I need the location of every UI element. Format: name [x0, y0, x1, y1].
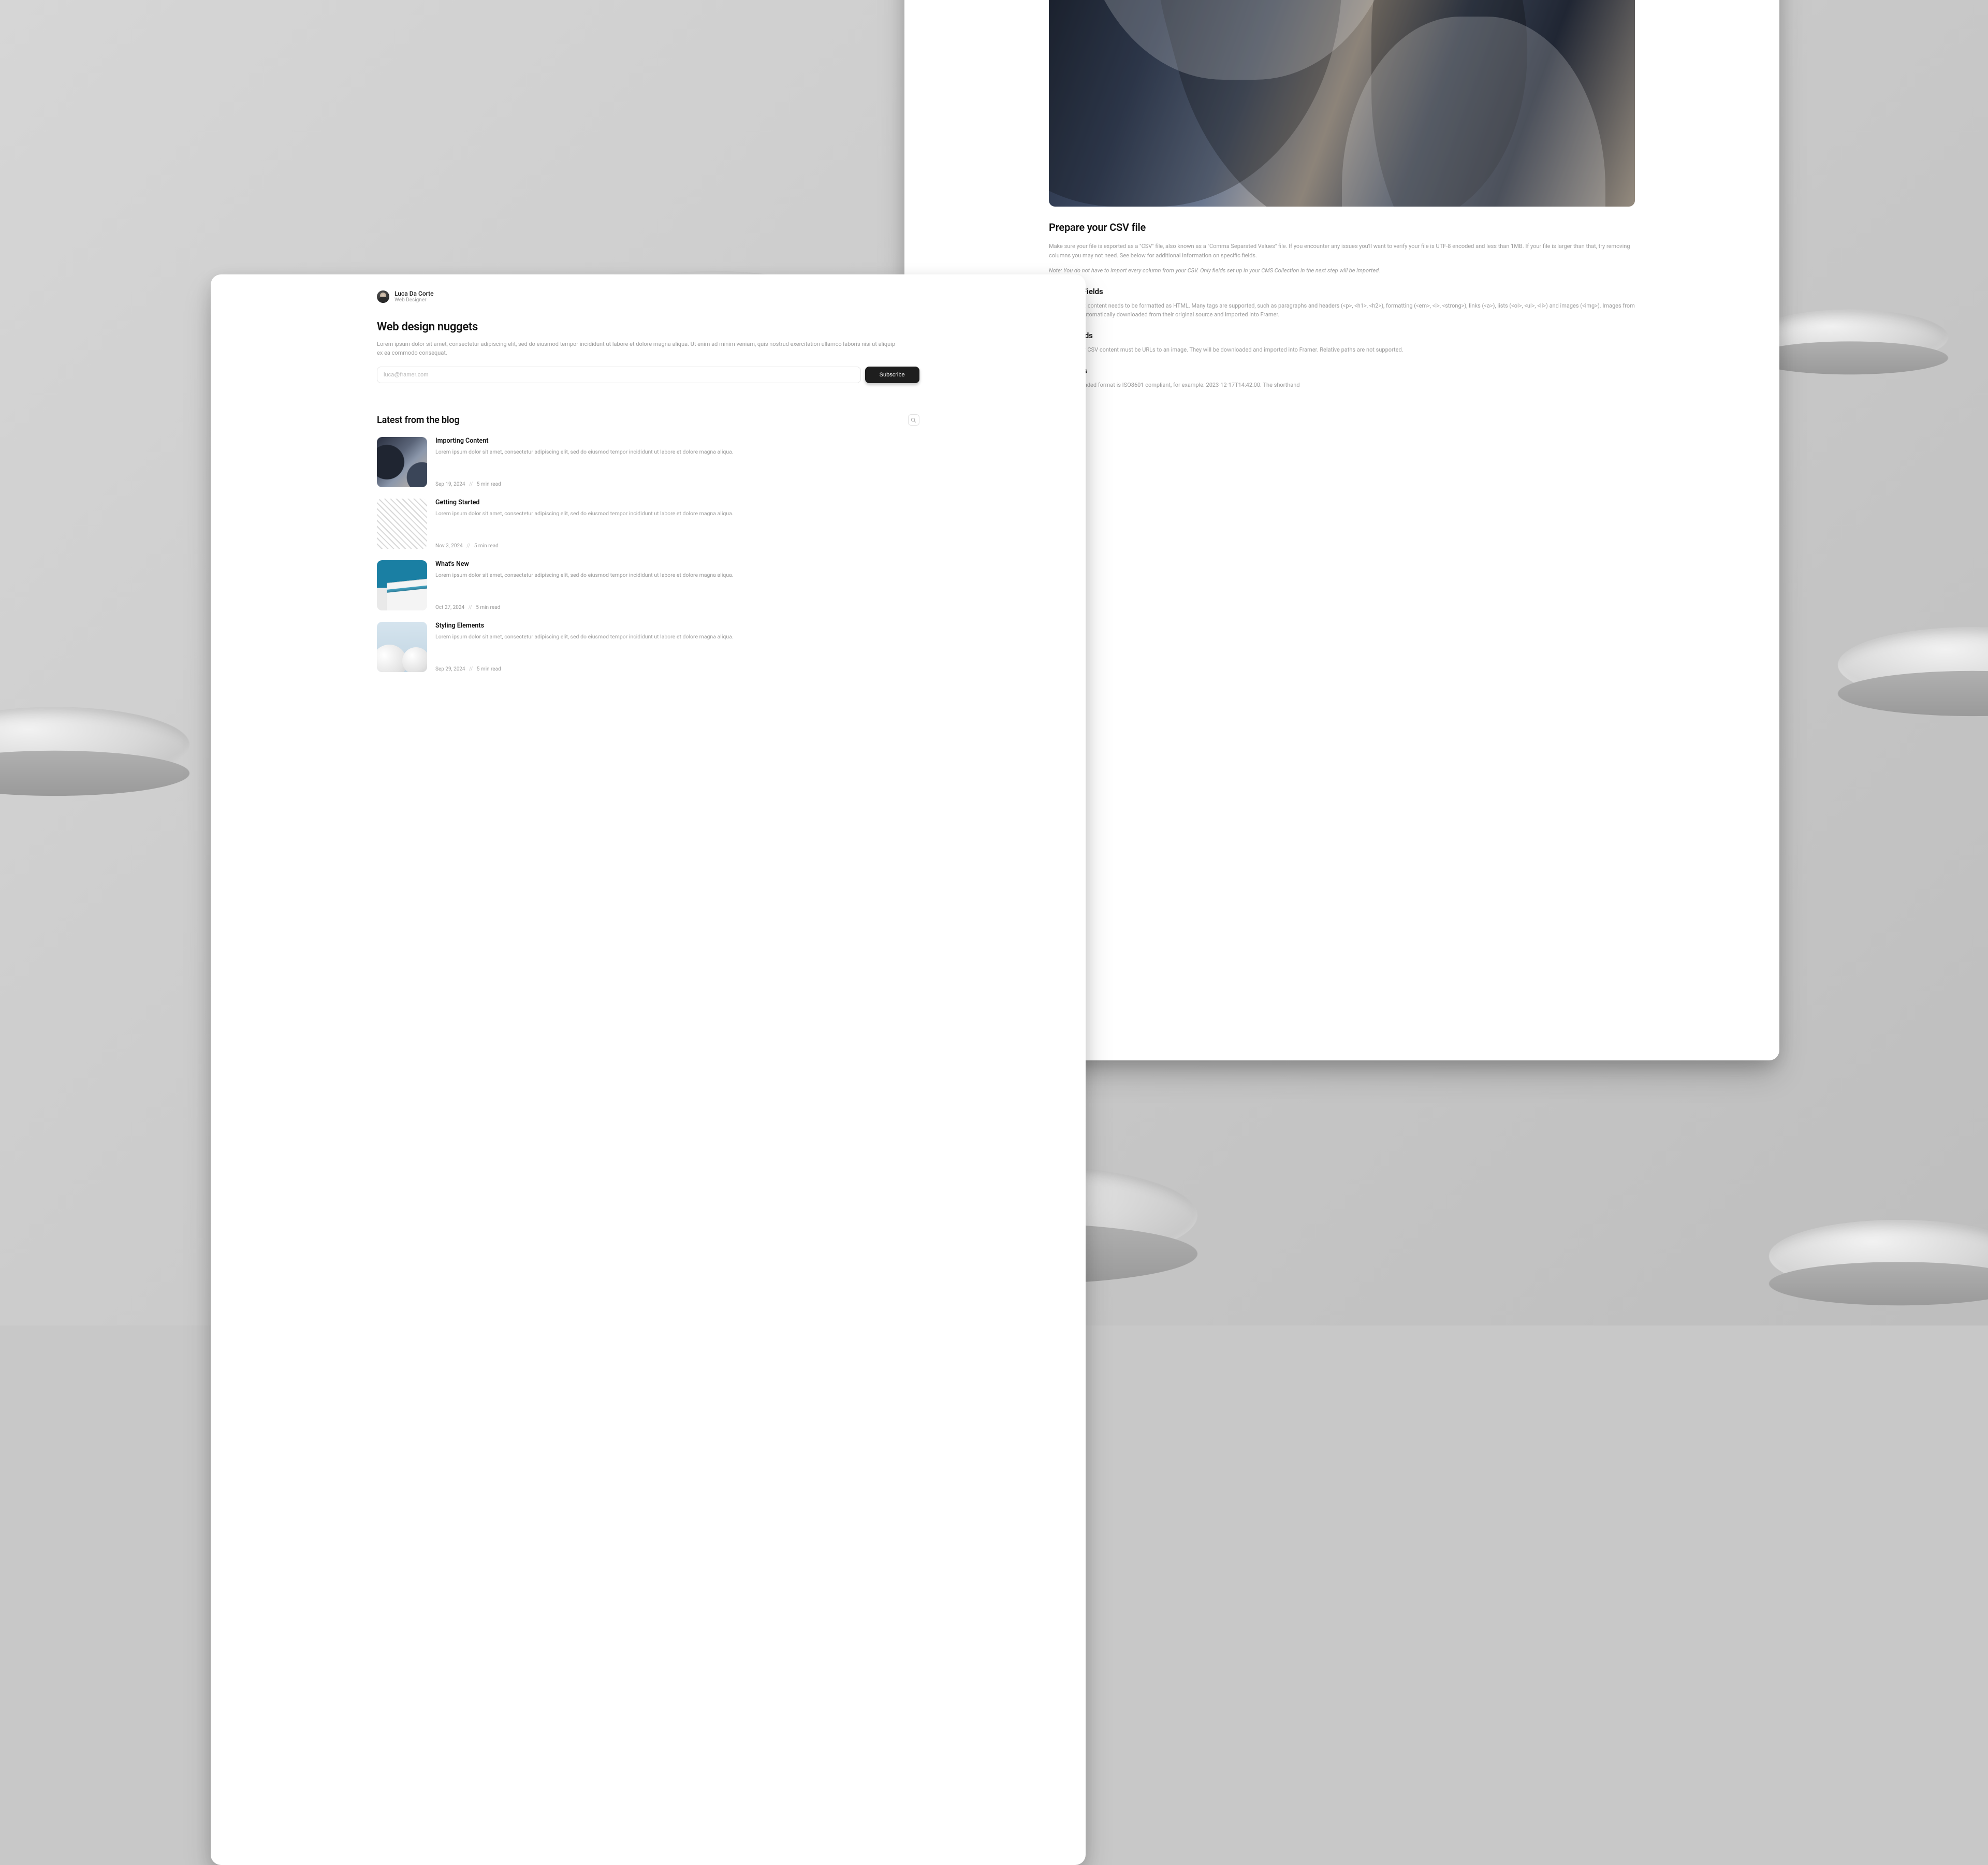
post-date: Nov 3, 2024	[435, 543, 463, 549]
post-item[interactable]: Styling Elements Lorem ipsum dolor sit a…	[377, 622, 919, 672]
post-meta: Sep 19, 2024 // 5 min read	[435, 482, 919, 487]
article-paragraph: Make sure your file is exported as a "CS…	[1049, 242, 1635, 260]
bg-disk	[1838, 627, 1988, 703]
meta-separator: //	[469, 482, 473, 487]
avatar	[377, 290, 389, 303]
post-readtime: 5 min read	[474, 543, 499, 549]
article-paragraph: Images in your CSV content must be URLs …	[1049, 345, 1635, 355]
post-title: Getting Started	[435, 499, 919, 506]
post-item[interactable]: Importing Content Lorem ipsum dolor sit …	[377, 437, 919, 487]
meta-separator: //	[469, 605, 472, 610]
article-hero-image	[1049, 0, 1635, 207]
post-item[interactable]: Getting Started Lorem ipsum dolor sit am…	[377, 499, 919, 549]
article-paragraph: Formatted text content needs to be forma…	[1049, 301, 1635, 319]
post-readtime: 5 min read	[477, 666, 501, 672]
article-h3-richtext: Rich Text Fields	[1049, 287, 1635, 296]
profile-name: Luca Da Corte	[394, 290, 434, 297]
post-date: Sep 19, 2024	[435, 482, 465, 487]
post-title: Importing Content	[435, 437, 919, 445]
post-date: Sep 29, 2024	[435, 666, 465, 672]
search-button[interactable]	[908, 414, 919, 426]
subscribe-button[interactable]: Subscribe	[865, 367, 919, 383]
post-readtime: 5 min read	[477, 482, 501, 487]
post-thumbnail	[377, 499, 427, 549]
post-readtime: 5 min read	[476, 605, 500, 610]
bg-disk	[1769, 1220, 1988, 1292]
profile-role: Web Designer	[394, 297, 434, 303]
post-excerpt: Lorem ipsum dolor sit amet, consectetur …	[435, 509, 919, 518]
post-title: What's New	[435, 560, 919, 568]
post-excerpt: Lorem ipsum dolor sit amet, consectetur …	[435, 448, 919, 456]
meta-separator: //	[469, 666, 473, 672]
page-intro: Lorem ipsum dolor sit amet, consectetur …	[377, 340, 898, 357]
post-thumbnail	[377, 622, 427, 672]
post-title: Styling Elements	[435, 622, 919, 630]
email-field[interactable]	[377, 367, 861, 383]
profile-block[interactable]: Luca Da Corte Web Designer	[377, 290, 919, 303]
post-item[interactable]: What's New Lorem ipsum dolor sit amet, c…	[377, 560, 919, 610]
post-meta: Sep 29, 2024 // 5 min read	[435, 666, 919, 672]
latest-heading: Latest from the blog	[377, 415, 459, 426]
post-date: Oct 27, 2024	[435, 605, 464, 610]
meta-separator: //	[466, 543, 470, 549]
article-note: Note: You do not have to import every co…	[1049, 266, 1635, 275]
post-thumbnail	[377, 437, 427, 487]
page-title: Web design nuggets	[377, 320, 919, 333]
search-icon	[911, 417, 916, 423]
article-h3-image: Image Fields	[1049, 331, 1635, 340]
post-excerpt: Lorem ipsum dolor sit amet, consectetur …	[435, 571, 919, 579]
post-thumbnail	[377, 560, 427, 610]
subscribe-form: Subscribe	[377, 367, 919, 383]
blog-index-card: Luca Da Corte Web Designer Web design nu…	[211, 274, 1086, 1865]
article-h3-date: Date Fields	[1049, 366, 1635, 375]
bg-disk	[0, 707, 189, 782]
post-excerpt: Lorem ipsum dolor sit amet, consectetur …	[435, 633, 919, 641]
article-paragraph: The recommended format is ISO8601 compli…	[1049, 381, 1635, 390]
article-h2: Prepare your CSV file	[1049, 221, 1635, 234]
bg-disk	[1751, 310, 1948, 365]
post-meta: Nov 3, 2024 // 5 min read	[435, 543, 919, 549]
post-meta: Oct 27, 2024 // 5 min read	[435, 605, 919, 610]
